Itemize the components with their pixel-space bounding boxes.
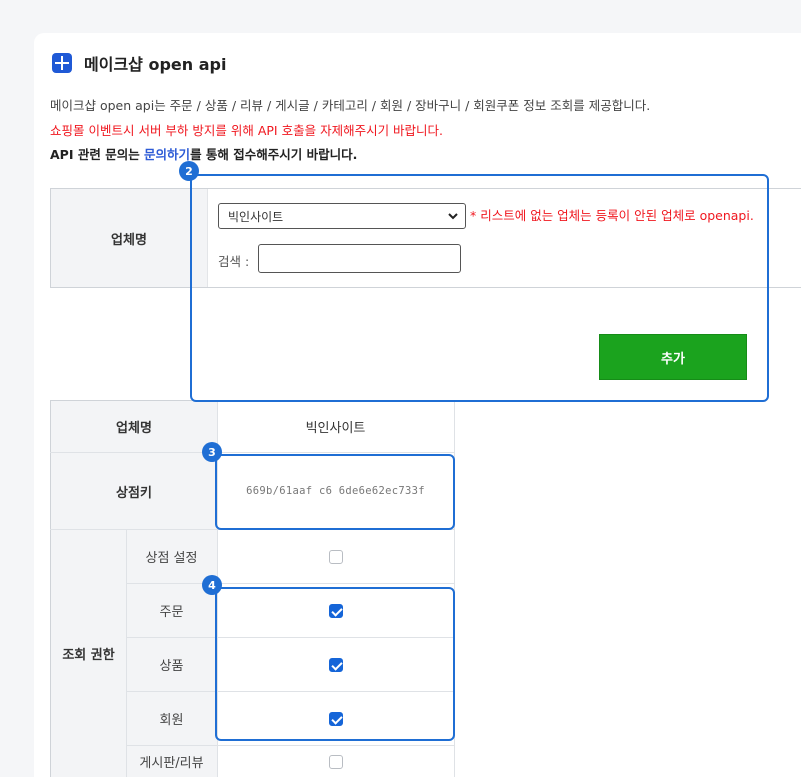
perm-label-order: 주문: [126, 584, 217, 637]
perm-store-settings-checkbox[interactable]: [328, 549, 343, 564]
inquiry-text: API 관련 문의는 문의하기를 통해 접수해주시기 바랍니다.: [50, 144, 357, 163]
perm-board-review-cell: [217, 746, 454, 777]
page-title: 메이크샵 open api: [84, 55, 227, 74]
vendor-form-label: 업체명: [50, 189, 208, 287]
perm-label-store-settings: 상점 설정: [126, 530, 217, 583]
warning-text: 쇼핑몰 이벤트시 서버 부하 방지를 위해 API 호출을 자제해주시기 바랍니…: [50, 123, 444, 138]
step-badge-4: 4: [202, 575, 222, 595]
step-badge-2: 2: [179, 161, 199, 181]
highlight-box-3: [215, 454, 455, 530]
step-badge-3: 3: [202, 442, 222, 462]
permission-group-label: 조회 권한: [50, 530, 126, 777]
grid-app-icon: [52, 53, 72, 73]
perm-label-member: 회원: [126, 692, 217, 745]
highlight-box-2: [190, 174, 769, 402]
api-settings-card: 메이크샵 open api 메이크샵 open api는 주문 / 상품 / 리…: [34, 33, 801, 777]
intro-text: 메이크샵 open api는 주문 / 상품 / 리뷰 / 게시글 / 카테고리…: [50, 98, 651, 113]
perm-store-settings-cell: [217, 530, 454, 583]
inquiry-link[interactable]: 문의하기: [144, 147, 190, 162]
col-divider: [126, 530, 127, 777]
perm-label-product: 상품: [126, 638, 217, 691]
vendor-name-value: 빅인사이트: [217, 401, 454, 452]
perm-board-review-checkbox[interactable]: [328, 754, 343, 769]
highlight-box-4: [215, 587, 455, 741]
inquiry-suffix: 를 통해 접수해주시기 바랍니다.: [190, 147, 358, 162]
vendor-name-label: 업체명: [50, 401, 217, 452]
inquiry-prefix: API 관련 문의는: [50, 147, 145, 162]
perm-label-board-review: 게시판/리뷰: [126, 746, 217, 777]
store-key-label: 상점키: [50, 453, 217, 529]
title-row: 메이크샵 open api: [52, 51, 226, 75]
